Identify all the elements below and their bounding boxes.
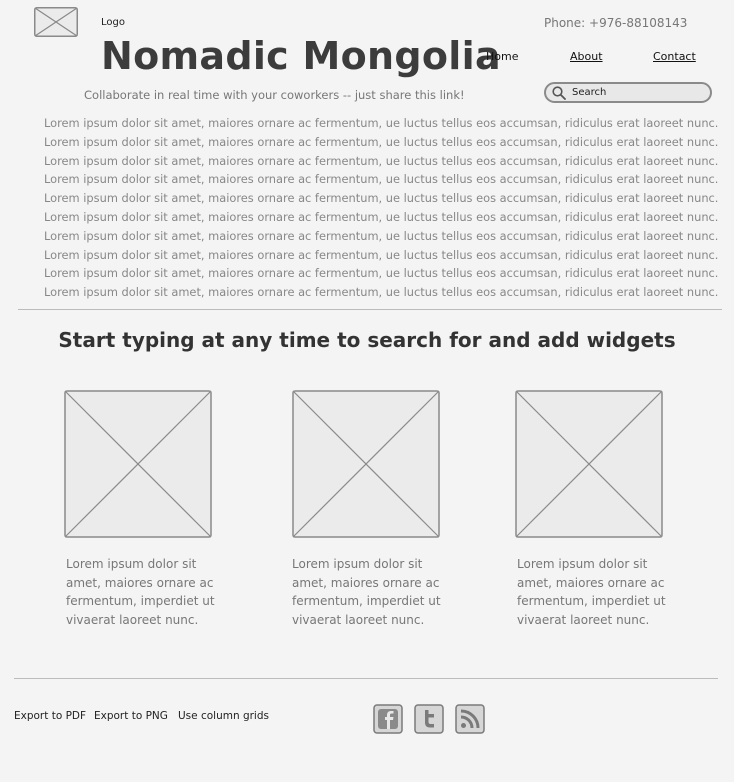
image-placeholder xyxy=(292,390,440,538)
intro-text-line: Lorem ipsum dolor sit amet, maiores orna… xyxy=(44,116,719,130)
export-pdf-link[interactable]: Export to PDF xyxy=(14,710,86,722)
card-text: Lorem ipsum dolor sit amet, maiores orna… xyxy=(517,557,666,627)
intro-text-line: Lorem ipsum dolor sit amet, maiores orna… xyxy=(44,172,719,187)
intro-text-line: Lorem ipsum dolor sit amet, maiores orna… xyxy=(44,191,719,206)
intro-text-line: Lorem ipsum dolor sit amet, maiores orna… xyxy=(44,247,719,262)
facebook-icon[interactable] xyxy=(373,704,403,734)
tagline: Collaborate in real time with your cowor… xyxy=(84,88,465,102)
intro-text-line: Lorem ipsum dolor sit amet, maiores orna… xyxy=(44,153,719,168)
intro-text-line: Lorem ipsum dolor sit amet, maiores orna… xyxy=(44,209,719,224)
intro-text-block: Lorem ipsum dolor sit amet, maiores orna… xyxy=(44,114,719,302)
nav-about-link[interactable]: About xyxy=(570,50,603,63)
column-grids-link[interactable]: Use column grids xyxy=(178,710,269,722)
nav-contact-link[interactable]: Contact xyxy=(653,50,696,63)
site-title: Nomadic Mongolia xyxy=(101,34,501,78)
nav-home-link[interactable]: Home xyxy=(486,50,518,63)
intro-text-line: Lorem ipsum dolor sit amet, maiores orna… xyxy=(44,266,719,281)
image-placeholder xyxy=(64,390,212,538)
rss-icon[interactable] xyxy=(455,704,485,734)
footer-divider xyxy=(14,678,718,679)
phone-number: Phone: +976-88108143 xyxy=(544,16,688,30)
search-input[interactable] xyxy=(572,85,706,100)
section-heading: Start typing at any time to search for a… xyxy=(58,328,676,352)
card-text: Lorem ipsum dolor sit amet, maiores orna… xyxy=(292,557,441,627)
search-box[interactable] xyxy=(544,82,712,103)
logo-image-placeholder xyxy=(34,7,78,37)
search-icon xyxy=(552,86,566,100)
logo-label: Logo xyxy=(101,17,125,28)
intro-text-line: Lorem ipsum dolor sit amet, maiores orna… xyxy=(44,228,719,243)
image-placeholder xyxy=(515,390,663,538)
divider xyxy=(18,309,722,310)
export-png-link[interactable]: Export to PNG xyxy=(94,710,168,722)
twitter-icon[interactable] xyxy=(414,704,444,734)
intro-text-line: Lorem ipsum dolor sit amet, maiores orna… xyxy=(44,285,719,300)
card-text: Lorem ipsum dolor sit amet, maiores orna… xyxy=(66,557,215,627)
intro-text-line: Lorem ipsum dolor sit amet, maiores orna… xyxy=(44,134,719,149)
